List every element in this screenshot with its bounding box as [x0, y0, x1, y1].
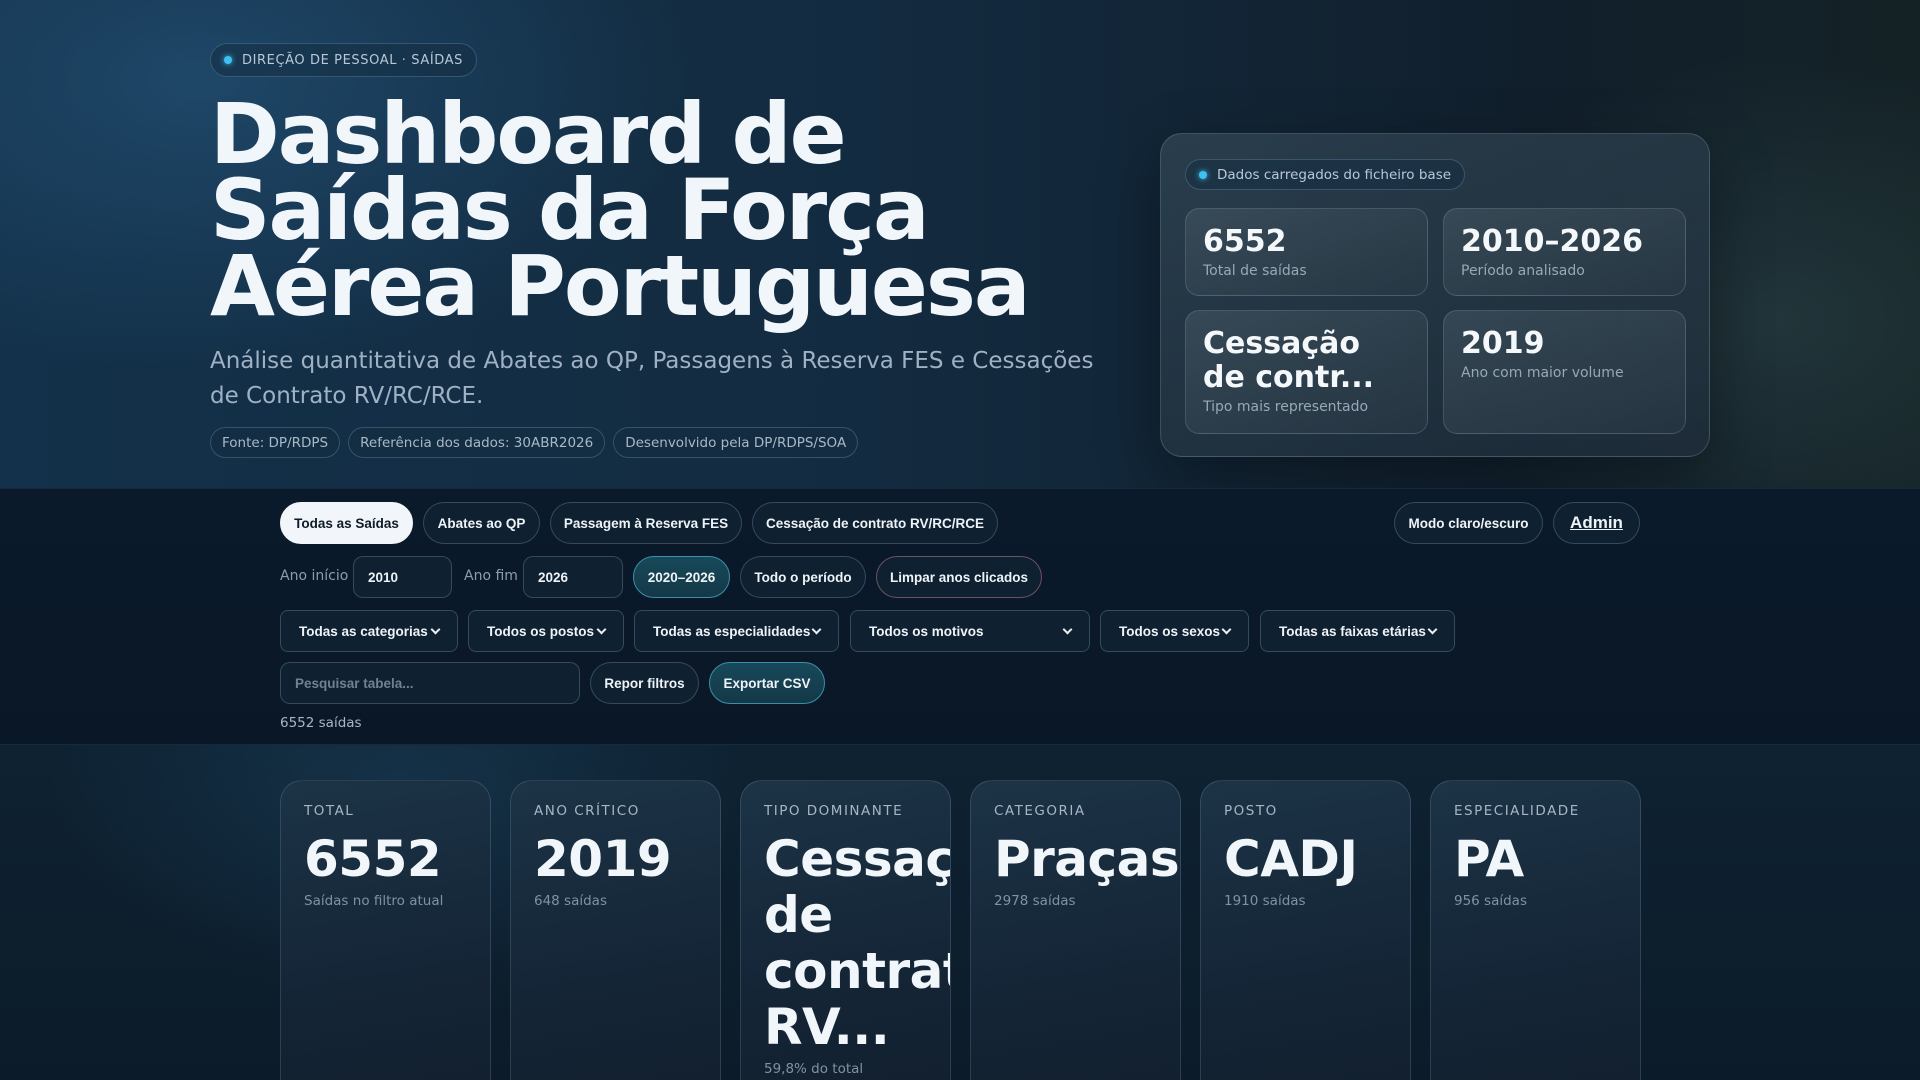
results-count: 6552 saídas	[280, 715, 362, 731]
chevron-down-icon	[1062, 624, 1073, 634]
sex-select-value: Todos os sexos	[1119, 623, 1221, 639]
specialty-select[interactable]: Todas as especialidades	[634, 610, 839, 652]
chevron-down-icon	[1427, 624, 1438, 634]
stat-label: Ano com maior volume	[1461, 365, 1624, 381]
admin-link[interactable]: Admin	[1553, 502, 1640, 544]
stat-value: 2019	[1461, 326, 1545, 361]
kpi-sub: 956 saídas	[1454, 893, 1527, 909]
clear-years-button[interactable]: Limpar anos clicados	[876, 556, 1042, 598]
tab-abates-qp[interactable]: Abates ao QP	[423, 502, 540, 544]
chevron-down-icon	[596, 624, 607, 634]
rank-select[interactable]: Todos os postos	[468, 610, 624, 652]
age-range-select[interactable]: Todas as faixas etárias	[1260, 610, 1455, 652]
page-subtitle: Análise quantitativa de Abates ao QP, Pa…	[210, 348, 1094, 409]
page-title: Dashboard de Saídas da Força Aérea Portu…	[210, 85, 1031, 335]
stat-label: Total de saídas	[1203, 263, 1307, 279]
age-range-select-value: Todas as faixas etárias	[1279, 623, 1426, 639]
hero-section: DIREÇÃO DE PESSOAL · SAÍDAS Dashboard de…	[0, 0, 1920, 488]
summary-stat-year: 2019 Ano com maior volume	[1443, 310, 1686, 434]
kpi-sub: 1910 saídas	[1224, 893, 1306, 909]
status-dot-icon	[1199, 170, 1207, 179]
theme-toggle-button[interactable]: Modo claro/escuro	[1394, 502, 1543, 544]
kpi-sub: Saídas no filtro atual	[304, 893, 444, 909]
table-search-input[interactable]: Pesquisar tabela...	[280, 662, 580, 704]
category-select-value: Todas as categorias	[299, 623, 428, 639]
all-period-button[interactable]: Todo o período	[740, 556, 866, 598]
meta-reference: Referência dos dados: 30ABR2026	[348, 427, 606, 458]
kpi-value: 2019	[534, 830, 672, 888]
kpi-value: 6552	[304, 830, 442, 888]
kpi-sub: 648 saídas	[534, 893, 607, 909]
sex-select[interactable]: Todos os sexos	[1100, 610, 1249, 652]
tab-cessacao-contrato[interactable]: Cessação de contrato RV/RC/RCE	[752, 502, 998, 544]
eyebrow-text: DIREÇÃO DE PESSOAL · SAÍDAS	[242, 52, 463, 68]
summary-card: Dados carregados do ficheiro base 6552 T…	[1160, 133, 1710, 457]
summary-stat-period: 2010–2026 Período analisado	[1443, 208, 1686, 296]
kpi-card-category: CATEGORIA Praças 2978 saídas	[970, 780, 1181, 1080]
reset-filters-button[interactable]: Repor filtros	[590, 662, 699, 704]
year-start-label: Ano início	[280, 568, 349, 584]
kpi-label: ESPECIALIDADE	[1454, 803, 1580, 819]
year-end-input[interactable]: 2026	[523, 556, 623, 598]
chevron-down-icon	[1221, 624, 1232, 634]
meta-tags: Fonte: DP/RDPS Referência dos dados: 30A…	[210, 427, 859, 458]
year-start-input[interactable]: 2010	[353, 556, 452, 598]
kpi-label: CATEGORIA	[994, 803, 1086, 819]
meta-source: Fonte: DP/RDPS	[210, 427, 341, 458]
stat-value: 2010–2026	[1461, 224, 1643, 259]
stat-label: Período analisado	[1461, 263, 1585, 279]
reason-select[interactable]: Todos os motivos	[850, 610, 1090, 652]
kpi-label: TIPO DOMINANTE	[764, 803, 904, 819]
chevron-down-icon	[430, 624, 441, 634]
tab-reserva-fes[interactable]: Passagem à Reserva FES	[550, 502, 742, 544]
kpi-value: Praças	[994, 830, 1180, 888]
data-loaded-badge: Dados carregados do ficheiro base	[1185, 159, 1466, 190]
stat-label: Tipo mais representado	[1203, 399, 1369, 415]
stat-value: Cessação de contr...	[1203, 326, 1375, 395]
kpi-sub: 59,8% do total	[764, 1061, 864, 1077]
category-select[interactable]: Todas as categorias	[280, 610, 458, 652]
kpi-card-critical-year: ANO CRÍTICO 2019 648 saídas	[510, 780, 721, 1080]
kpi-sub: 2978 saídas	[994, 893, 1076, 909]
status-dot-icon	[224, 56, 232, 64]
kpi-value: Cessação de contrato RV...	[764, 830, 951, 1056]
data-loaded-text: Dados carregados do ficheiro base	[1217, 166, 1452, 183]
kpi-card-dominant-type: TIPO DOMINANTE Cessação de contrato RV..…	[740, 780, 951, 1080]
kpi-label: ANO CRÍTICO	[534, 803, 640, 819]
kpi-card-specialty: ESPECIALIDADE PA 956 saídas	[1430, 780, 1641, 1080]
section-eyebrow: DIREÇÃO DE PESSOAL · SAÍDAS	[210, 43, 477, 77]
summary-stat-total: 6552 Total de saídas	[1185, 208, 1428, 296]
export-csv-button[interactable]: Exportar CSV	[709, 662, 825, 704]
kpi-value: PA	[1454, 830, 1524, 888]
summary-stat-type: Cessação de contr... Tipo mais represent…	[1185, 310, 1428, 434]
meta-developer: Desenvolvido pela DP/RDPS/SOA	[613, 427, 859, 458]
range-2020-2026-button[interactable]: 2020–2026	[633, 556, 730, 598]
kpi-value: CADJ	[1224, 830, 1358, 888]
kpi-card-total: TOTAL 6552 Saídas no filtro atual	[280, 780, 491, 1080]
year-end-label: Ano fim	[464, 568, 518, 584]
specialty-select-value: Todas as especialidades	[653, 623, 811, 639]
chevron-down-icon	[811, 624, 822, 634]
reason-select-value: Todos os motivos	[869, 623, 984, 639]
kpi-label: TOTAL	[304, 803, 355, 819]
kpi-label: POSTO	[1224, 803, 1278, 819]
rank-select-value: Todos os postos	[487, 623, 594, 639]
stat-value: 6552	[1203, 224, 1287, 259]
kpi-card-rank: POSTO CADJ 1910 saídas	[1200, 780, 1411, 1080]
tab-all-exits[interactable]: Todas as Saídas	[280, 502, 413, 544]
